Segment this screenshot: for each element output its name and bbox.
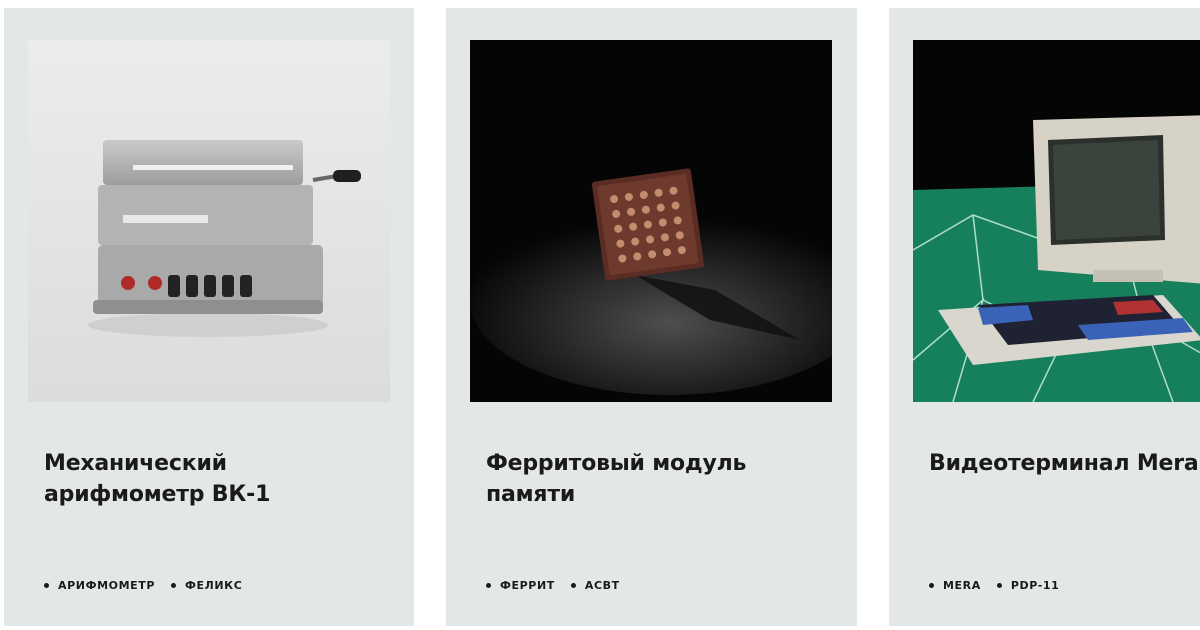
exhibit-card-calculator[interactable]: Механический арифмометр ВК-1 арифмометр …: [4, 8, 414, 626]
exhibit-photo[interactable]: [28, 40, 390, 402]
bullet-icon: [570, 583, 576, 588]
video-terminal-illustration: [913, 40, 1200, 402]
exhibit-title[interactable]: Механический арифмометр ВК-1: [44, 448, 384, 510]
tag-link[interactable]: PDP-11: [996, 579, 1060, 592]
tag-link[interactable]: MERA: [929, 579, 981, 592]
bullet-icon: [44, 583, 49, 588]
ferrite-module-illustration: [470, 40, 832, 402]
exhibit-title[interactable]: Ферритовый модуль памяти: [486, 448, 826, 510]
tag-list: арифмометр феликс: [44, 579, 242, 592]
tag-label: феррит: [500, 579, 555, 592]
tag-link[interactable]: феррит: [486, 579, 555, 592]
tag-link[interactable]: АСВТ: [570, 579, 620, 592]
exhibit-title[interactable]: Видеотерминал Mera EK 7953: [929, 448, 1200, 479]
tag-link[interactable]: феликс: [171, 579, 242, 592]
tag-link[interactable]: арифмометр: [44, 579, 155, 592]
bullet-icon: [171, 583, 177, 588]
exhibit-photo[interactable]: [913, 40, 1200, 402]
exhibit-card-terminal[interactable]: Видеотерминал Mera EK 7953 MERA PDP-11: [889, 8, 1200, 626]
tag-label: АСВТ: [584, 579, 620, 592]
catalog-row: Механический арифмометр ВК-1 арифмометр …: [0, 0, 1200, 630]
tag-label: арифмометр: [58, 579, 156, 592]
exhibit-card-memory[interactable]: Ферритовый модуль памяти феррит АСВТ: [446, 8, 857, 626]
tag-label: PDP-11: [1010, 579, 1060, 592]
bullet-icon: [996, 583, 1002, 588]
tag-label: MERA: [943, 579, 981, 592]
exhibit-photo[interactable]: [470, 40, 832, 402]
tag-list: MERA PDP-11: [929, 579, 1059, 592]
bullet-icon: [929, 583, 934, 588]
tag-list: феррит АСВТ: [486, 579, 620, 592]
calculator-illustration: [28, 40, 390, 402]
tag-label: феликс: [185, 579, 243, 592]
bullet-icon: [486, 583, 491, 588]
